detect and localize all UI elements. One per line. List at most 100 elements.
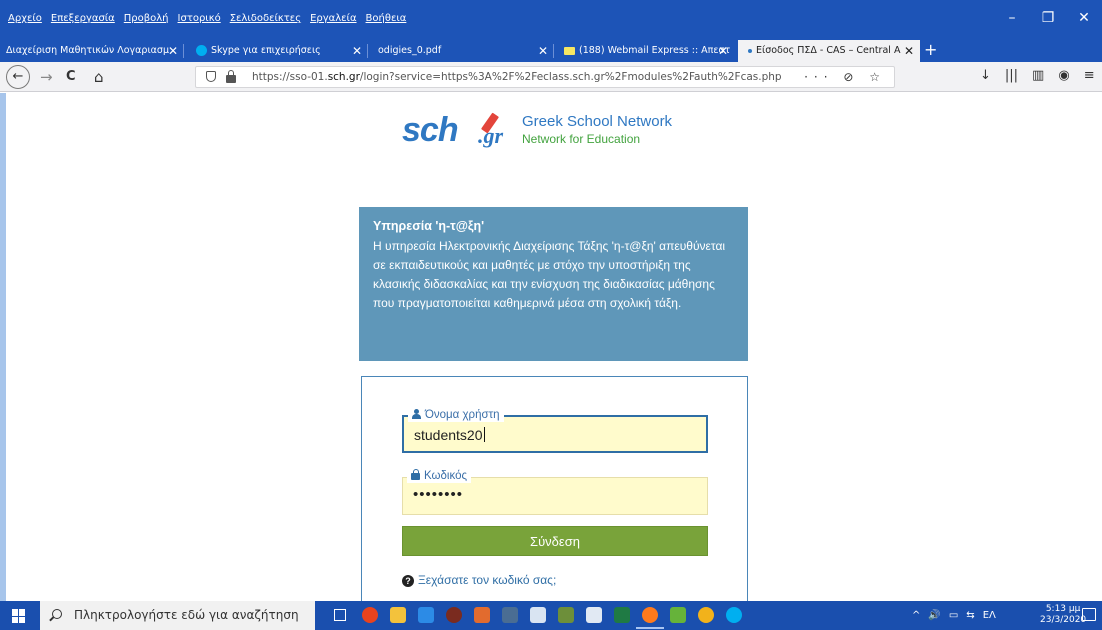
logo-gr: .gr bbox=[478, 123, 504, 148]
file-explorer-icon[interactable] bbox=[390, 607, 406, 623]
clock-date: 23/3/2020 bbox=[1040, 615, 1087, 625]
login-button[interactable]: Σύνδεση bbox=[402, 526, 708, 556]
windows-start-icon[interactable] bbox=[12, 609, 26, 623]
address-bar[interactable]: https://sso-01.sch.gr/login?service=http… bbox=[195, 66, 895, 88]
toolbar-icons: ↓ ||| ▥ ◉ ≡ bbox=[980, 68, 1095, 83]
tab-skype[interactable]: Skype για επιχειρήσεις ✕ bbox=[190, 40, 368, 62]
notes-app-icon[interactable] bbox=[586, 607, 602, 623]
minimize-button[interactable]: – bbox=[994, 10, 1030, 26]
excel-icon[interactable] bbox=[614, 607, 630, 623]
sound-icon[interactable]: 🔊 bbox=[928, 601, 940, 630]
skype-taskbar-icon[interactable] bbox=[726, 607, 742, 623]
loading-icon bbox=[748, 48, 752, 53]
password-field[interactable]: Κωδικός •••••••• bbox=[402, 469, 708, 515]
navigation-bar: ← → C ⌂ https://sso-01.sch.gr/login?serv… bbox=[0, 62, 1102, 92]
sync-icon[interactable]: ⇆ bbox=[966, 601, 974, 630]
network-icon[interactable]: ▭ bbox=[949, 601, 958, 630]
task-view-icon[interactable] bbox=[334, 609, 346, 621]
reload-button[interactable]: C bbox=[66, 67, 76, 87]
service-description: Η υπηρεσία Ηλεκτρονικής Διαχείρισης Τάξη… bbox=[373, 239, 726, 310]
mail-icon bbox=[564, 46, 575, 55]
tab-pdf[interactable]: odigies_0.pdf ✕ bbox=[372, 40, 554, 62]
minecraft-icon[interactable] bbox=[558, 607, 574, 623]
question-icon: ? bbox=[402, 575, 414, 587]
menu-history[interactable]: Ιστορικό bbox=[178, 13, 221, 24]
tab-cas-login[interactable]: Είσοδος ΠΣΔ - CAS – Central A ✕ bbox=[738, 40, 920, 62]
search-icon bbox=[52, 609, 62, 619]
tab-strip: Διαχείριση Μαθητικών Λογαριασμ ✕ Skype γ… bbox=[0, 40, 1102, 62]
password-label: Κωδικός bbox=[424, 470, 468, 482]
home-button[interactable]: ⌂ bbox=[94, 67, 104, 87]
logo-sch: sch bbox=[402, 111, 459, 149]
user-icon bbox=[412, 409, 421, 419]
tab-close-icon[interactable]: ✕ bbox=[904, 40, 914, 62]
downloads-icon[interactable]: ↓ bbox=[980, 68, 991, 83]
tab-label: Είσοδος ΠΣΔ - CAS – Central A bbox=[756, 45, 901, 56]
browser-menubar: Αρχείο Επεξεργασία Προβολή Ιστορικό Σελι… bbox=[0, 0, 1102, 40]
restore-button[interactable]: ❐ bbox=[1030, 10, 1066, 26]
account-icon[interactable]: ◉ bbox=[1058, 68, 1069, 83]
tab-webmail[interactable]: (188) Webmail Express :: Απεστ ✕ bbox=[558, 40, 734, 62]
tab-label: Διαχείριση Μαθητικών Λογαριασμ bbox=[6, 45, 169, 56]
forgot-password-link[interactable]: ? Ξεχάσατε τον κωδικό σας; bbox=[402, 573, 556, 587]
tray-chevron-icon[interactable]: ^ bbox=[912, 601, 920, 630]
photos-app-icon[interactable] bbox=[502, 607, 518, 623]
tab-close-icon[interactable]: ✕ bbox=[718, 40, 728, 62]
green-app-icon[interactable] bbox=[670, 607, 686, 623]
search-placeholder: Πληκτρολογήστε εδώ για αναζήτηση bbox=[74, 608, 299, 622]
system-tray: ^ 🔊 ▭ ⇆ ΕΛ bbox=[912, 601, 996, 630]
text-caret bbox=[483, 427, 485, 442]
firefox-icon[interactable] bbox=[636, 607, 664, 629]
service-info-box: Υπηρεσία 'η-τ@ξη' Η υπηρεσία Ηλεκτρονική… bbox=[359, 207, 748, 361]
mail-app-icon[interactable] bbox=[418, 607, 434, 623]
lock-icon[interactable] bbox=[226, 70, 236, 83]
tab-close-icon[interactable]: ✕ bbox=[352, 40, 362, 62]
menu-help[interactable]: Βοήθεια bbox=[366, 13, 407, 24]
window-controls: – ❐ ✕ bbox=[994, 10, 1102, 26]
lock-icon bbox=[411, 469, 420, 480]
tab-close-icon[interactable]: ✕ bbox=[538, 40, 548, 62]
new-tab-button[interactable]: + bbox=[924, 40, 937, 60]
password-legend: Κωδικός bbox=[407, 469, 472, 483]
menu-tools[interactable]: Εργαλεία bbox=[310, 13, 356, 24]
menu-edit[interactable]: Επεξεργασία bbox=[51, 13, 115, 24]
taskbar-search[interactable]: Πληκτρολογήστε εδώ για αναζήτηση bbox=[40, 601, 315, 630]
sidebar-icon[interactable]: ▥ bbox=[1032, 68, 1044, 83]
tab-close-icon[interactable]: ✕ bbox=[168, 40, 178, 62]
login-form: Όνομα χρήστη students20 Κωδικός ••••••••… bbox=[361, 376, 748, 616]
menu-view[interactable]: Προβολή bbox=[124, 13, 169, 24]
notification-icon[interactable] bbox=[1082, 608, 1096, 621]
service-title: Υπηρεσία 'η-τ@ξη' bbox=[373, 219, 485, 233]
back-button[interactable]: ← bbox=[6, 65, 30, 89]
windows-taskbar: Πληκτρολογήστε εδώ για αναζήτηση ^ 🔊 ▭ ⇆… bbox=[0, 601, 1102, 630]
username-legend: Όνομα χρήστη bbox=[408, 408, 504, 422]
clock-time: 5:13 μμ bbox=[1045, 604, 1081, 614]
url-text[interactable]: https://sso-01.sch.gr/login?service=http… bbox=[252, 67, 782, 87]
arrow-app-icon[interactable] bbox=[474, 607, 490, 623]
document-app-icon[interactable] bbox=[530, 607, 546, 623]
username-input[interactable]: students20 bbox=[414, 427, 485, 443]
tab-label: (188) Webmail Express :: Απεστ bbox=[579, 45, 731, 56]
hamburger-menu-icon[interactable]: ≡ bbox=[1084, 68, 1095, 83]
tab-student-accounts[interactable]: Διαχείριση Μαθητικών Λογαριασμ ✕ bbox=[0, 40, 184, 62]
menu-file[interactable]: Αρχείο bbox=[8, 13, 42, 24]
tab-label: Skype για επιχειρήσεις bbox=[211, 45, 321, 56]
skype-icon bbox=[196, 45, 207, 56]
close-window-button[interactable]: ✕ bbox=[1066, 10, 1102, 26]
taskbar-clock[interactable]: 5:13 μμ 23/3/2020 bbox=[1040, 604, 1086, 626]
username-field[interactable]: Όνομα χρήστη students20 bbox=[402, 408, 708, 453]
chrome-icon[interactable] bbox=[698, 607, 714, 623]
menu-list: Αρχείο Επεξεργασία Προβολή Ιστορικό Σελι… bbox=[8, 13, 406, 24]
language-indicator[interactable]: ΕΛ bbox=[983, 601, 996, 630]
tracking-shield-icon[interactable] bbox=[206, 71, 216, 82]
office-icon[interactable] bbox=[362, 607, 378, 623]
password-input[interactable]: •••••••• bbox=[413, 486, 463, 503]
library-icon[interactable]: ||| bbox=[1005, 68, 1018, 83]
username-label: Όνομα χρήστη bbox=[425, 409, 500, 421]
menu-bookmarks[interactable]: Σελιδοδείκτες bbox=[230, 13, 301, 24]
logo-title: Greek School Network bbox=[522, 113, 673, 130]
forward-button[interactable]: → bbox=[40, 67, 53, 87]
page-actions-icon[interactable]: ··· ⊘ ☆ bbox=[804, 67, 886, 87]
tab-label: odigies_0.pdf bbox=[378, 45, 442, 56]
bug-app-icon[interactable] bbox=[446, 607, 462, 623]
